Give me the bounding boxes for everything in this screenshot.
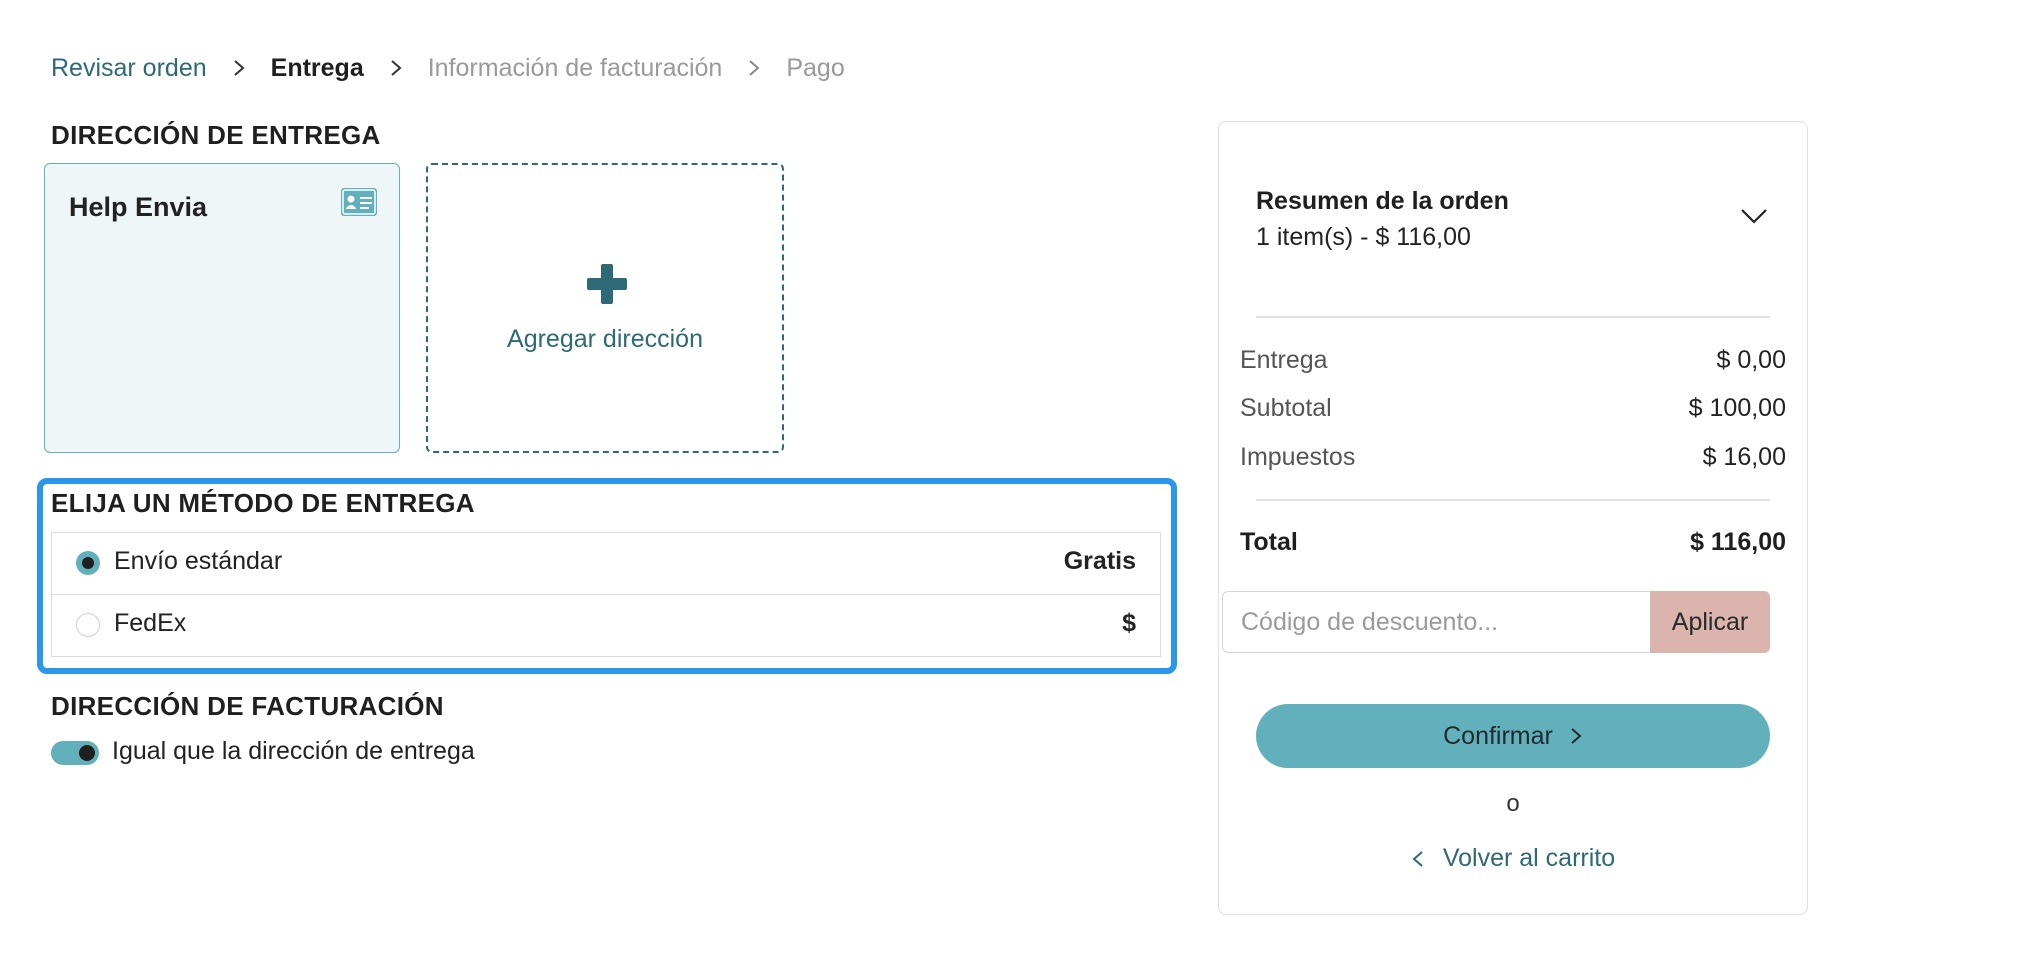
summary-divider [1256, 316, 1770, 318]
radio-unselected[interactable] [76, 613, 100, 637]
summary-subtotal-label: Subtotal [1240, 394, 1332, 422]
billing-address-title: DIRECCIÓN DE FACTURACIÓN [51, 691, 444, 721]
breadcrumb-step-delivery: Entrega [270, 53, 364, 82]
back-to-cart-link[interactable]: Volver al carrito [1256, 844, 1770, 873]
summary-subtotal-value: $ 100,00 [1688, 394, 1786, 422]
apply-discount-button[interactable]: Aplicar [1650, 591, 1770, 653]
address-card-name: Help Envia [69, 192, 208, 222]
chevron-right-icon [225, 50, 253, 86]
address-card-selected[interactable]: Help Envia [44, 163, 400, 453]
add-address-button[interactable]: Agregar dirección [426, 163, 784, 453]
breadcrumb-step-review[interactable]: Revisar orden [51, 54, 207, 83]
chevron-right-icon [740, 50, 768, 86]
summary-taxes-value: $ 16,00 [1702, 443, 1786, 471]
summary-delivery-value: $ 0,00 [1716, 346, 1786, 374]
radio-selected[interactable] [76, 551, 100, 575]
chevron-left-icon [1412, 850, 1423, 867]
id-card-icon [341, 188, 377, 216]
summary-total-value: $ 116,00 [1690, 528, 1786, 556]
discount-code-input[interactable] [1222, 591, 1652, 653]
confirm-button-label: Confirmar [1443, 721, 1553, 750]
delivery-address-title: DIRECCIÓN DE ENTREGA [51, 120, 381, 150]
delivery-option-label: FedEx [114, 609, 187, 637]
breadcrumb: Revisar orden Entrega Información de fac… [51, 50, 845, 86]
summary-total-label: Total [1240, 528, 1298, 556]
delivery-method-title: ELIJA UN MÉTODO DE ENTREGA [51, 488, 475, 518]
same-as-shipping-toggle[interactable] [51, 741, 99, 765]
same-as-shipping-label: Igual que la dirección de entrega [112, 737, 475, 765]
toggle-knob [79, 745, 95, 761]
order-summary-items: 1 item(s) - $ 116,00 [1256, 223, 1471, 251]
summary-delivery-label: Entrega [1240, 346, 1328, 374]
chevron-right-icon [1571, 728, 1582, 744]
summary-divider [1256, 499, 1770, 501]
breadcrumb-step-payment: Pago [786, 53, 845, 82]
chevron-right-icon [382, 50, 410, 86]
delivery-method-list: Envío estándar Gratis FedEx $ [51, 532, 1161, 657]
delivery-option-price: $ [1122, 609, 1136, 637]
delivery-option-fedex[interactable]: FedEx $ [52, 595, 1160, 656]
delivery-option-price: Gratis [1063, 547, 1136, 575]
or-separator: o [1506, 790, 1520, 817]
confirm-button[interactable]: Confirmar [1256, 704, 1770, 768]
summary-taxes-label: Impuestos [1240, 443, 1356, 471]
delivery-option-label: Envío estándar [114, 547, 283, 575]
order-summary-title: Resumen de la orden [1256, 187, 1509, 215]
chevron-down-icon[interactable] [1740, 206, 1768, 226]
delivery-option-standard[interactable]: Envío estándar Gratis [52, 533, 1160, 595]
add-address-label: Agregar dirección [507, 325, 703, 353]
back-to-cart-label: Volver al carrito [1442, 844, 1616, 872]
plus-icon [587, 264, 627, 304]
breadcrumb-step-billing: Información de facturación [427, 53, 723, 82]
